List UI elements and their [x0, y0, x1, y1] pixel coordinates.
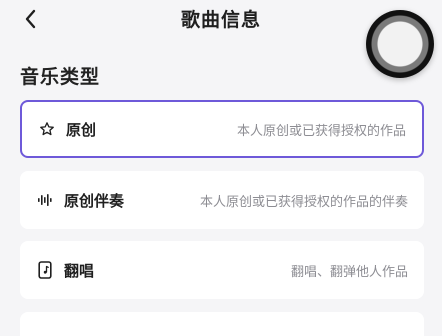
- option-name: 原创: [66, 120, 97, 139]
- option-card-partial[interactable]: [20, 312, 424, 336]
- option-original[interactable]: 原创 本人原创或已获得授权的作品: [20, 100, 424, 158]
- section-title: 音乐类型: [20, 66, 101, 88]
- option-name: 原创伴奏: [64, 191, 125, 210]
- option-cover[interactable]: 翻唱 翻唱、翻弹他人作品: [20, 241, 424, 299]
- option-description: 翻唱、翻弹他人作品: [290, 264, 408, 280]
- phone-music-icon: [36, 261, 54, 279]
- floating-record-button[interactable]: [366, 10, 434, 78]
- option-name: 翻唱: [64, 261, 95, 280]
- option-description: 本人原创或已获得授权的作品: [236, 123, 406, 139]
- waveform-icon: [36, 191, 54, 209]
- option-description: 本人原创或已获得授权的作品的伴奏: [199, 194, 408, 210]
- star-outline-icon: [38, 120, 56, 138]
- option-original-accompaniment[interactable]: 原创伴奏 本人原创或已获得授权的作品的伴奏: [20, 171, 424, 229]
